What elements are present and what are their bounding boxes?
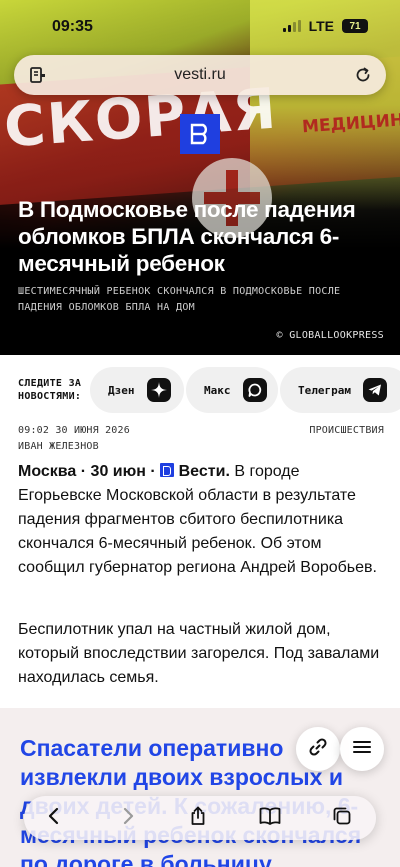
follow-telegram-button[interactable]: Телеграм (280, 367, 400, 413)
hero-section: СКОРАЯ МЕДИЦИНСКАЯ 09:35 LTE 71 vesti.ru (0, 0, 400, 355)
reader-icon[interactable] (28, 65, 48, 85)
article-author[interactable]: ИВАН ЖЕЛЕЗНОВ (18, 441, 99, 452)
bookmarks-icon (258, 805, 282, 832)
follow-label-line2: НОВОСТЯМИ: (18, 391, 82, 402)
article-source: Вести. (178, 463, 230, 480)
photo-credit: © GLOBALLOOKPRESS (276, 330, 384, 341)
article-paragraph-1: Москва · 30 июн · Вести. В городе Егорье… (18, 460, 386, 580)
battery-icon: 71 (342, 19, 368, 33)
follow-row: СЛЕДИТЕ ЗА НОВОСТЯМИ: Дзен Макс Телеграм (0, 363, 400, 417)
max-chat-icon (242, 378, 267, 402)
article-dateline: Москва · 30 июн · (18, 463, 156, 480)
browser-toolbar (24, 796, 376, 840)
telegram-plane-icon (362, 378, 387, 402)
article-paragraph-2: Беспилотник упал на частный жилой дом, к… (18, 621, 380, 686)
article-subtitle: Шестимесячный ребенок скончался в Подмос… (18, 286, 341, 313)
back-button[interactable] (42, 806, 66, 830)
follow-dzen-label: Дзен (108, 383, 135, 397)
article-title: В Подмосковье после падения обломков БПЛ… (18, 197, 356, 276)
follow-label: СЛЕДИТЕ ЗА НОВОСТЯМИ: (18, 377, 81, 403)
tabs-icon (331, 805, 353, 832)
battery-level: 71 (349, 20, 361, 32)
follow-label-line1: СЛЕДИТЕ ЗА (18, 378, 82, 389)
status-indicators: LTE 71 (282, 18, 368, 34)
vesti-logo[interactable] (180, 114, 220, 154)
forward-button[interactable] (116, 806, 140, 830)
url-text[interactable]: vesti.ru (174, 66, 226, 84)
back-icon (44, 806, 64, 831)
signal-icon (282, 20, 301, 32)
follow-dzen-button[interactable]: Дзен (90, 367, 184, 413)
link-icon (307, 736, 329, 763)
status-time: 09:35 (52, 18, 93, 35)
article-category[interactable]: ПРОИСШЕСТВИЯ (309, 425, 384, 436)
share-icon (187, 805, 209, 832)
reload-icon[interactable] (352, 64, 374, 86)
share-button[interactable] (186, 806, 210, 830)
forward-icon (118, 806, 138, 831)
copy-link-button[interactable] (296, 727, 340, 771)
vesti-inline-logo-icon (160, 463, 175, 477)
article-datetime: 09:02 30 ИЮНЯ 2026 (18, 425, 130, 436)
bookmarks-button[interactable] (258, 806, 282, 830)
tabs-button[interactable] (330, 806, 354, 830)
dzen-star-icon (146, 378, 171, 402)
network-label: LTE (308, 18, 334, 34)
follow-max-label: Макс (204, 383, 231, 397)
site-menu-button[interactable] (340, 727, 384, 771)
hamburger-menu-icon (351, 736, 373, 763)
follow-telegram-label: Телеграм (298, 383, 351, 397)
address-bar[interactable]: vesti.ru (14, 55, 386, 95)
promo-block: Спасатели оперативно извлекли двоих взро… (0, 708, 400, 867)
follow-max-button[interactable]: Макс (186, 367, 278, 413)
